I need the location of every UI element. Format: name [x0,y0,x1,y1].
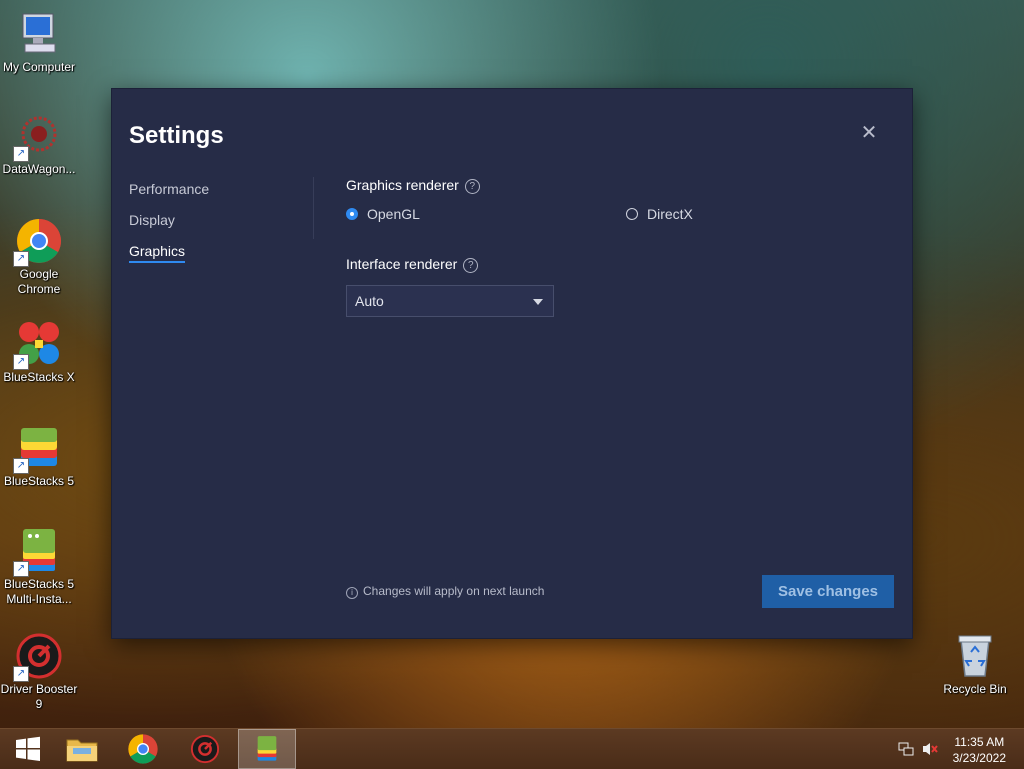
shortcut-arrow-icon: ↗ [13,146,29,162]
save-changes-button[interactable]: Save changes [762,575,894,608]
desktop-icon-google-chrome[interactable]: ↗ Google Chrome [0,217,78,297]
active-tab-indicator [129,261,186,263]
close-icon[interactable]: ✕ [859,123,879,143]
radio-label: DirectX [647,206,693,222]
help-icon[interactable]: ? [463,258,479,273]
radio-checked-icon [346,208,358,220]
nav-item-graphics[interactable]: Graphics [129,243,186,263]
desktop-icon-label: BlueStacks 5 Multi-Insta... [3,577,75,606]
graphics-renderer-heading: Graphics renderer? [346,177,480,194]
radio-unchecked-icon [626,208,638,220]
start-button[interactable] [0,729,56,769]
nav-item-label: Display [129,212,175,228]
taskbar-file-explorer[interactable] [54,729,110,769]
nav-item-label: Performance [129,181,210,197]
help-icon[interactable]: ? [464,179,480,194]
settings-title: Settings [129,122,224,149]
note-text: Changes will apply on next launch [363,584,545,598]
desktop-icon-label: DataWagon... [2,162,76,176]
desktop-icon-label: Google Chrome [17,267,61,296]
interface-renderer-label: Interface renderer [346,256,458,272]
shortcut-arrow-icon: ↗ [13,458,29,474]
clock-time: 11:35 AM [954,735,1005,749]
system-clock[interactable]: 11:35 AM 3/23/2022 [953,734,1006,766]
bluestacks-5-icon: ↗ [13,424,63,474]
radio-label: OpenGL [367,206,420,222]
shortcut-arrow-icon: ↗ [13,666,29,682]
chrome-icon: ↗ [13,217,63,267]
interface-renderer-select[interactable]: Auto [346,285,554,317]
driver-booster-icon: ↗ [13,632,63,682]
clock-date: 3/23/2022 [952,751,1006,765]
desktop-icon-my-computer[interactable]: My Computer [0,10,78,75]
desktop-icon-label: Driver Booster 9 [0,682,78,711]
nav-divider [313,177,314,239]
shortcut-arrow-icon: ↗ [13,354,29,370]
desktop-icon-bluestacks-multi-instance[interactable]: ↗ BlueStacks 5 Multi-Insta... [0,527,78,607]
taskbar-driver-booster[interactable] [177,729,233,769]
desktop-icon-bluestacks-5[interactable]: ↗ BlueStacks 5 [0,424,78,489]
computer-icon [15,10,63,58]
nav-item-display[interactable]: Display [129,212,175,228]
restart-note: i Changes will apply on next launch [346,584,544,599]
driver-booster-icon [190,734,220,764]
bluestacks-multi-instance-icon: ↗ [13,527,63,577]
desktop-icon-datawagon[interactable]: ↗ DataWagon... [0,112,78,177]
desktop-icon-label: My Computer [2,60,76,74]
taskbar: 11:35 AM 3/23/2022 [0,728,1024,769]
info-icon: i [346,587,358,599]
desktop-icon-label: BlueStacks 5 [3,474,75,488]
desktop-icon-driver-booster[interactable]: ↗ Driver Booster 9 [0,632,78,712]
network-icon[interactable] [898,741,914,760]
desktop-icon-recycle-bin[interactable]: Recycle Bin [936,632,1014,697]
windows-logo-icon [16,736,40,761]
recycle-bin-icon [951,632,999,680]
volume-muted-icon[interactable] [921,741,939,760]
select-value: Auto [355,293,384,309]
taskbar-bluestacks-multi-instance[interactable] [238,729,296,769]
desktop-icon-bluestacks-x[interactable]: ↗ BlueStacks X [0,320,78,385]
desktop-icon-label: Recycle Bin [943,682,1007,696]
bluestacks-multi-instance-icon [257,736,277,761]
radio-opengl[interactable]: OpenGL [346,206,420,222]
shortcut-arrow-icon: ↗ [13,251,29,267]
graphics-renderer-label: Graphics renderer [346,177,459,193]
chrome-icon [128,734,158,764]
nav-item-performance[interactable]: Performance [129,181,209,197]
nav-item-label: Graphics [129,243,186,259]
bluestacks-x-icon: ↗ [13,320,63,370]
interface-renderer-heading: Interface renderer? [346,256,479,273]
datawagon-icon: ↗ [13,112,63,162]
taskbar-google-chrome[interactable] [115,729,171,769]
settings-dialog: Settings ✕ Performance Display Graphics … [112,89,912,638]
chevron-down-icon [533,299,543,305]
folder-icon [66,739,98,762]
radio-directx[interactable]: DirectX [626,206,693,222]
desktop-icon-label: BlueStacks X [3,370,75,384]
shortcut-arrow-icon: ↗ [13,561,29,577]
